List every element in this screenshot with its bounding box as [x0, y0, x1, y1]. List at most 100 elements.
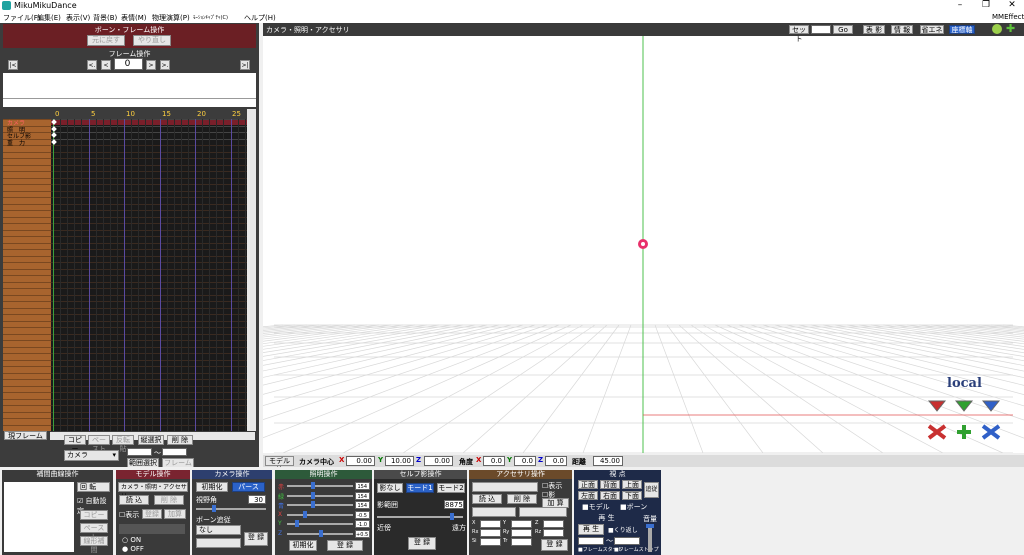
cam-x-input[interactable]: 0.00 [346, 456, 375, 466]
accessory-field-input[interactable] [543, 529, 564, 537]
menu-mmeffect[interactable]: MMEffect [992, 13, 1024, 21]
accessory-field-input[interactable] [480, 538, 501, 546]
range-start-input[interactable] [127, 448, 152, 456]
light-slider-knob[interactable] [311, 501, 315, 508]
shadow-range-input[interactable]: 8875 [444, 500, 464, 509]
light-slider[interactable] [287, 485, 353, 487]
fov-slider[interactable] [196, 508, 266, 510]
angle-z-input[interactable]: 0.0 [545, 456, 567, 466]
linear-interp-button[interactable]: 線形補間 [80, 536, 108, 554]
track-select[interactable]: カメラ ▾ [64, 450, 119, 461]
menu-file[interactable]: ファイル(F) [3, 13, 41, 23]
undo-button[interactable]: 元に戻す [87, 35, 125, 46]
light-slider[interactable] [287, 494, 353, 497]
menu-expression[interactable]: 表情(M) [121, 13, 147, 23]
model-load-button[interactable]: 読 込 [119, 495, 149, 505]
model-edit-button[interactable]: モデル編 [265, 456, 294, 474]
accessory-bone-select[interactable] [519, 507, 567, 517]
accessory-load-button[interactable]: 読 込 [472, 494, 502, 504]
move-z-icon[interactable] [980, 423, 1002, 441]
distance-input[interactable]: 45.00 [593, 456, 623, 466]
first-frame-button[interactable]: |< [8, 60, 18, 70]
interp-curve-canvas[interactable] [4, 482, 74, 552]
timeline-vscrollbar[interactable] [247, 109, 256, 431]
light-value-input[interactable]: -0.5 [355, 510, 370, 519]
accessory-field-input[interactable] [543, 520, 564, 528]
3d-viewport[interactable]: local [263, 23, 1024, 453]
accessory-field-input[interactable] [511, 538, 532, 546]
camera-init-button[interactable]: 初期化 [196, 482, 228, 492]
light-value-input[interactable]: 154 [355, 501, 370, 509]
accessory-field-input[interactable] [480, 529, 501, 537]
light-slider-knob[interactable] [295, 520, 299, 527]
volume-knob[interactable] [646, 524, 654, 528]
view-top-button[interactable]: 上面 [622, 480, 642, 489]
model-bone-select[interactable] [119, 524, 185, 534]
view-track-button[interactable]: 追従 [644, 482, 659, 498]
light-value-input[interactable]: 154 [355, 491, 370, 500]
light-value-input[interactable]: -1.0 [355, 520, 370, 528]
light-slider[interactable] [287, 513, 353, 516]
accessory-field-input[interactable] [511, 520, 532, 528]
paste-button[interactable]: ペースト [88, 435, 110, 453]
menu-physics[interactable]: 物理演算(P) [152, 13, 190, 23]
axis-toggle-button[interactable]: 座標軸 [949, 25, 975, 34]
model-on-radio[interactable]: ○ ON [122, 536, 141, 544]
bone-follow-sub-select[interactable] [196, 538, 241, 548]
accessory-register-button[interactable]: 登 録 [541, 539, 568, 551]
keyframe-diamond[interactable] [51, 138, 57, 145]
light-slider-knob[interactable] [303, 510, 307, 518]
frame-number-input[interactable]: 0 [114, 58, 143, 70]
view-model-checkbox[interactable]: ■モデル [582, 502, 610, 512]
set-frame-input[interactable]: 0 [811, 25, 831, 34]
light-value-input[interactable]: +0.5 [355, 529, 370, 538]
perspective-button[interactable]: パース [232, 482, 265, 492]
model-off-radio[interactable]: ● OFF [122, 545, 144, 553]
view-right-button[interactable]: 右面 [600, 491, 620, 500]
reverse-paste-button[interactable]: 反転貼 [112, 435, 134, 453]
cam-z-input[interactable]: 0.00 [424, 456, 453, 466]
rotate-z-icon[interactable] [980, 397, 1002, 415]
shadow-none-button[interactable]: 影なし [377, 483, 403, 493]
view-bone-checkbox[interactable]: ■ボーン [620, 502, 647, 512]
bone-follow-select[interactable]: なし [196, 525, 241, 535]
delete-frame-button[interactable]: 削 除 [167, 435, 193, 445]
menu-help[interactable]: ヘルプ(H) [244, 13, 276, 23]
timeline-grid[interactable] [51, 119, 247, 431]
accessory-target-select[interactable] [472, 507, 516, 517]
shadow-toggle-button[interactable]: 表 影 [863, 25, 885, 34]
interp-select[interactable]: 回 転 [77, 482, 110, 492]
model-add-button[interactable]: 加算 [164, 509, 186, 519]
close-button[interactable]: ✕ [1000, 0, 1024, 12]
info-toggle-button[interactable]: 情 報 [891, 25, 913, 34]
copy-button[interactable]: コピー [64, 435, 86, 453]
light-register-button[interactable]: 登 録 [327, 540, 363, 551]
model-delete-button[interactable]: 削 除 [154, 495, 184, 505]
repeat-checkbox[interactable]: ■くり返し [608, 525, 638, 534]
prev-key-button[interactable]: <. [87, 60, 97, 70]
light-value-input[interactable]: 154 [355, 482, 370, 490]
play-button[interactable]: 再 生 [578, 524, 604, 535]
next-frame-button[interactable]: > [146, 60, 156, 70]
view-back-button[interactable]: 背面 [600, 480, 620, 489]
model-select[interactable]: カメラ・照明・アクセサリ [118, 482, 188, 500]
minimize-button[interactable]: – [948, 0, 972, 12]
interp-paste-button[interactable]: ペースト [80, 523, 108, 541]
light-init-button[interactable]: 初期化 [289, 540, 317, 551]
menu-view[interactable]: 表示(V) [66, 13, 90, 23]
menu-edit[interactable]: 編集(E) [37, 13, 61, 23]
vertical-select-button[interactable]: 縦選択 [138, 435, 164, 445]
accessory-select[interactable] [472, 482, 538, 492]
interp-copy-button[interactable]: コピー [80, 510, 108, 520]
view-front-button[interactable]: 正面 [578, 480, 598, 489]
eco-toggle-button[interactable]: 省エネ [920, 25, 944, 34]
shadow-register-button[interactable]: 登 録 [408, 537, 436, 550]
accessory-field-input[interactable] [511, 529, 532, 537]
light-slider-knob[interactable] [311, 482, 315, 489]
rotate-y-icon[interactable] [953, 397, 975, 415]
model-show-checkbox[interactable]: ☐表示 [119, 510, 139, 520]
accessory-field-input[interactable] [480, 520, 501, 528]
view-bottom-button[interactable]: 下面 [622, 491, 642, 500]
rotate-x-icon[interactable] [926, 397, 948, 415]
prev-frame-button[interactable]: < [101, 60, 111, 70]
